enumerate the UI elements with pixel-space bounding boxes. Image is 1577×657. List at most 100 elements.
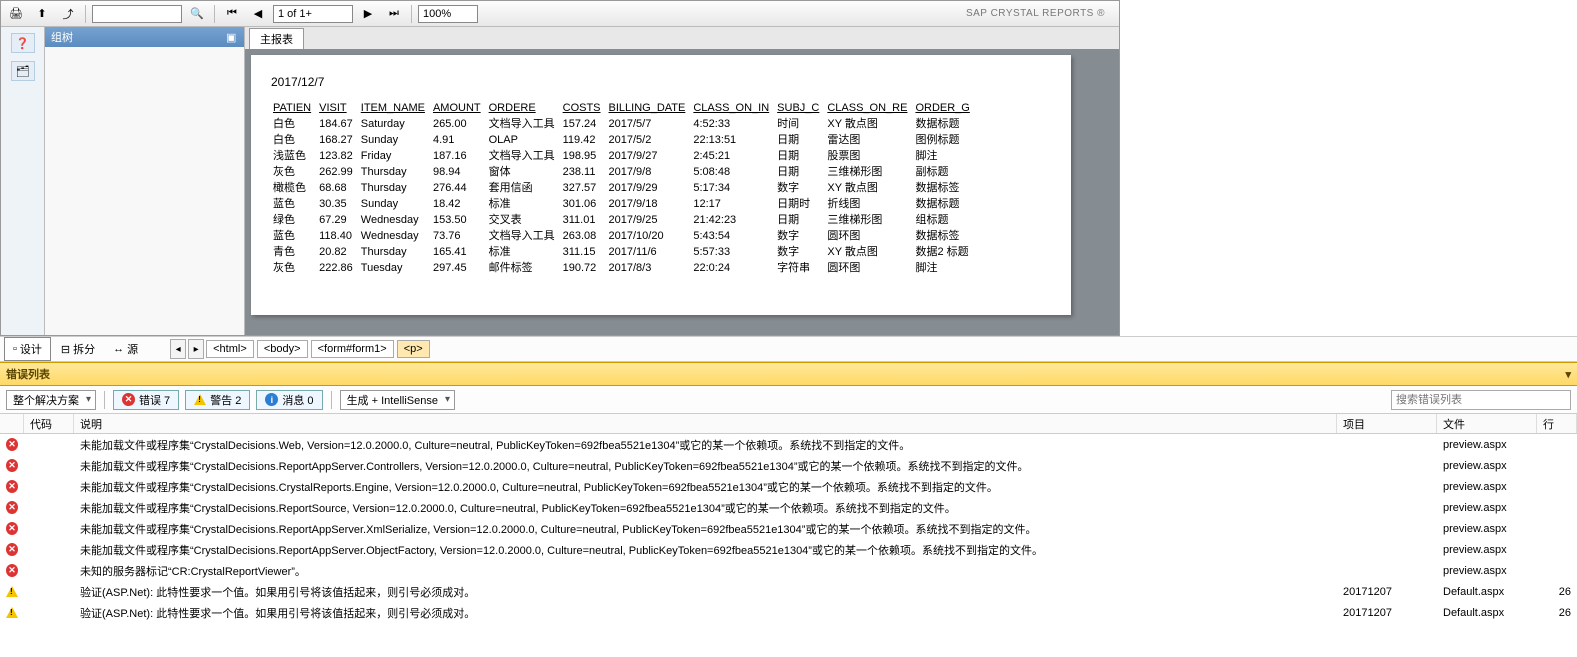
col-line[interactable]: 行 [1537,414,1577,433]
error-row[interactable]: ✕ 未能加载文件或程序集“CrystalDecisions.CrystalRep… [0,476,1577,497]
report-cell: 2017/11/6 [609,245,692,259]
report-cell: Wednesday [361,229,431,243]
report-page: 2017/12/7 PATIENVISITITEM_NAMEAMOUNTORDE… [251,55,1071,315]
report-cell: 2017/9/8 [609,165,692,179]
warnings-filter-button[interactable]: 警告 2 [185,390,250,410]
error-row[interactable]: ✕ 未能加载文件或程序集“CrystalDecisions.ReportAppS… [0,455,1577,476]
build-filter-dropdown[interactable]: 生成 + IntelliSense [340,390,455,410]
tab-main-report[interactable]: 主报表 [249,28,304,49]
report-toolbar: 🖨 ⬆ ⤴ 🔍 ⏮ ◀ ▶ ⏭ SAP CRYSTAL REPORTS ® [1,1,1119,27]
tab-split[interactable]: ⊟ 拆分 [53,338,103,360]
print-button[interactable]: 🖨 [5,4,27,24]
report-cell: 数字 [777,181,825,195]
error-file: preview.aspx [1437,544,1537,556]
report-cell: 2017/10/20 [609,229,692,243]
report-cell: 三维梯形图 [827,213,913,227]
report-cell: 白色 [273,133,317,147]
error-icon: ✕ [6,522,18,535]
report-col-header: ITEM_NAME [361,101,431,115]
error-row[interactable]: ✕ 未能加载文件或程序集“CrystalDecisions.ReportAppS… [0,518,1577,539]
error-file: Default.aspx [1437,607,1537,619]
error-search-input[interactable] [1391,390,1571,410]
report-cell: 套用信函 [489,181,561,195]
report-cell: 263.08 [563,229,607,243]
nav-back-button[interactable]: ◂ [170,339,186,359]
error-description: 未能加载文件或程序集“CrystalDecisions.CrystalRepor… [74,479,1337,495]
errors-filter-button[interactable]: ✕错误 7 [113,390,179,410]
tab-design[interactable]: ▫ 设计 [4,337,51,361]
report-cell: 2017/9/27 [609,149,692,163]
report-cell: 数据标签 [915,181,975,195]
dropdown-icon[interactable]: ▾ [1565,368,1571,381]
col-desc[interactable]: 说明 [74,414,1337,433]
col-file[interactable]: 文件 [1437,414,1537,433]
error-icon: ✕ [6,564,18,577]
separator [411,5,412,23]
report-cell: 301.06 [563,197,607,211]
report-cell: 265.00 [433,117,487,131]
close-icon[interactable]: ▣ [226,31,238,43]
error-row[interactable]: 验证(ASP.Net): 此特性要求一个值。如果用引号将该值括起来，则引号必须成… [0,581,1577,602]
prev-page-button[interactable]: ◀ [247,4,269,24]
report-table: PATIENVISITITEM_NAMEAMOUNTORDERECOSTSBIL… [271,99,978,277]
error-icon: ✕ [6,480,18,493]
error-row[interactable]: 验证(ASP.Net): 此特性要求一个值。如果用引号将该值括起来，则引号必须成… [0,602,1577,623]
report-cell: 2017/5/7 [609,117,692,131]
warning-icon [6,586,18,597]
report-cell: 190.72 [563,261,607,275]
error-file: preview.aspx [1437,502,1537,514]
report-cell: 187.16 [433,149,487,163]
group-tree-icon[interactable]: 🗂 [11,61,35,81]
error-file: preview.aspx [1437,565,1537,577]
report-cell: 4.91 [433,133,487,147]
breadcrumb-item[interactable]: <p> [397,340,430,358]
error-description: 验证(ASP.Net): 此特性要求一个值。如果用引号将该值括起来，则引号必须成… [74,584,1337,600]
first-page-button[interactable]: ⏮ [221,4,243,24]
error-file: preview.aspx [1437,439,1537,451]
report-cell: 165.41 [433,245,487,259]
report-cell: 雷达图 [827,133,913,147]
col-code[interactable]: 代码 [24,414,74,433]
breadcrumb-item[interactable]: <html> [206,340,254,358]
zoom-input[interactable] [418,5,478,23]
col-proj[interactable]: 项目 [1337,414,1437,433]
nav-fwd-button[interactable]: ▸ [188,339,204,359]
error-row[interactable]: ✕ 未能加载文件或程序集“CrystalDecisions.Web, Versi… [0,434,1577,455]
breadcrumb-item[interactable]: <body> [257,340,308,358]
export-button[interactable]: ⬆ [31,4,53,24]
report-col-header: ORDER_G [915,101,975,115]
find-button[interactable]: 🔍 [186,4,208,24]
error-row[interactable]: ✕ 未能加载文件或程序集“CrystalDecisions.ReportAppS… [0,539,1577,560]
tab-source[interactable]: ↔ 源 [105,338,146,360]
error-icon: ✕ [6,459,18,472]
error-icon: ✕ [6,501,18,514]
page-input[interactable] [273,5,353,23]
separator [331,391,332,409]
report-cell: Thursday [361,245,431,259]
report-cell: Thursday [361,165,431,179]
report-cell: 118.40 [319,229,359,243]
warning-icon [6,607,18,618]
error-row[interactable]: ✕ 未知的服务器标记“CR:CrystalReportViewer”。 prev… [0,560,1577,581]
scope-dropdown[interactable]: 整个解决方案 [6,390,96,410]
report-cell: 圆环图 [827,261,913,275]
report-canvas[interactable]: 2017/12/7 PATIENVISITITEM_NAMEAMOUNTORDE… [245,49,1119,335]
search-input[interactable] [92,5,182,23]
next-page-button[interactable]: ▶ [357,4,379,24]
last-page-button[interactable]: ⏭ [383,4,405,24]
report-cell: 浅蓝色 [273,149,317,163]
report-cell: Tuesday [361,261,431,275]
report-cell: 184.67 [319,117,359,131]
report-cell: 脚注 [915,261,975,275]
breadcrumb-item[interactable]: <form#form1> [311,340,394,358]
report-cell: 文档导入工具 [489,149,561,163]
parameters-icon[interactable]: ❓ [11,33,35,53]
report-cell: 4:52:33 [693,117,775,131]
report-col-header: BILLING_DATE [609,101,692,115]
report-cell: 圆环图 [827,229,913,243]
messages-filter-button[interactable]: i消息 0 [256,390,322,410]
export-data-button[interactable]: ⤴ [57,4,79,24]
error-row[interactable]: ✕ 未能加载文件或程序集“CrystalDecisions.ReportSour… [0,497,1577,518]
report-cell: XY 散点图 [827,245,913,259]
report-cell: 5:43:54 [693,229,775,243]
